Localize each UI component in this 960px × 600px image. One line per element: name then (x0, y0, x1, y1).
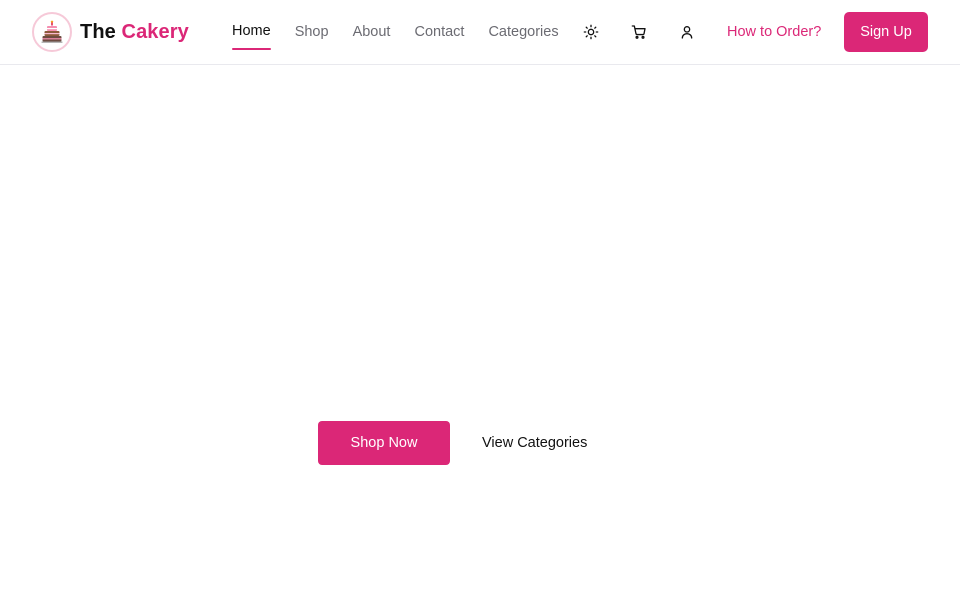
how-to-order-link[interactable]: How to Order? (727, 22, 821, 42)
nav-about[interactable]: About (353, 22, 391, 42)
shop-now-button[interactable]: Shop Now (318, 421, 450, 465)
brand-logo-link[interactable]: The Cakery (32, 12, 189, 52)
cart-button[interactable] (627, 20, 651, 44)
layered-cake-icon (41, 20, 63, 43)
brand-name-second: Cakery (121, 20, 189, 43)
logo-badge (32, 12, 72, 52)
user-icon (681, 26, 693, 39)
nav-contact[interactable]: Contact (414, 22, 464, 42)
main-nav: Home Shop About Contact Categories (232, 0, 583, 64)
hero-actions: Shop Now View Categories (318, 421, 601, 465)
account-button[interactable] (675, 20, 699, 44)
brand-name-first: The (80, 20, 116, 43)
sign-up-button[interactable]: Sign Up (844, 12, 928, 52)
sun-icon (583, 24, 599, 40)
brand-name: The Cakery (80, 21, 189, 44)
theme-toggle-button[interactable] (579, 20, 603, 44)
nav-home[interactable]: Home (232, 21, 271, 50)
view-categories-button[interactable]: View Categories (468, 421, 601, 465)
cart-icon (631, 25, 646, 39)
top-navbar: The Cakery Home Shop About Contact Categ… (0, 0, 960, 65)
nav-categories[interactable]: Categories (488, 22, 558, 42)
nav-shop[interactable]: Shop (295, 22, 329, 42)
